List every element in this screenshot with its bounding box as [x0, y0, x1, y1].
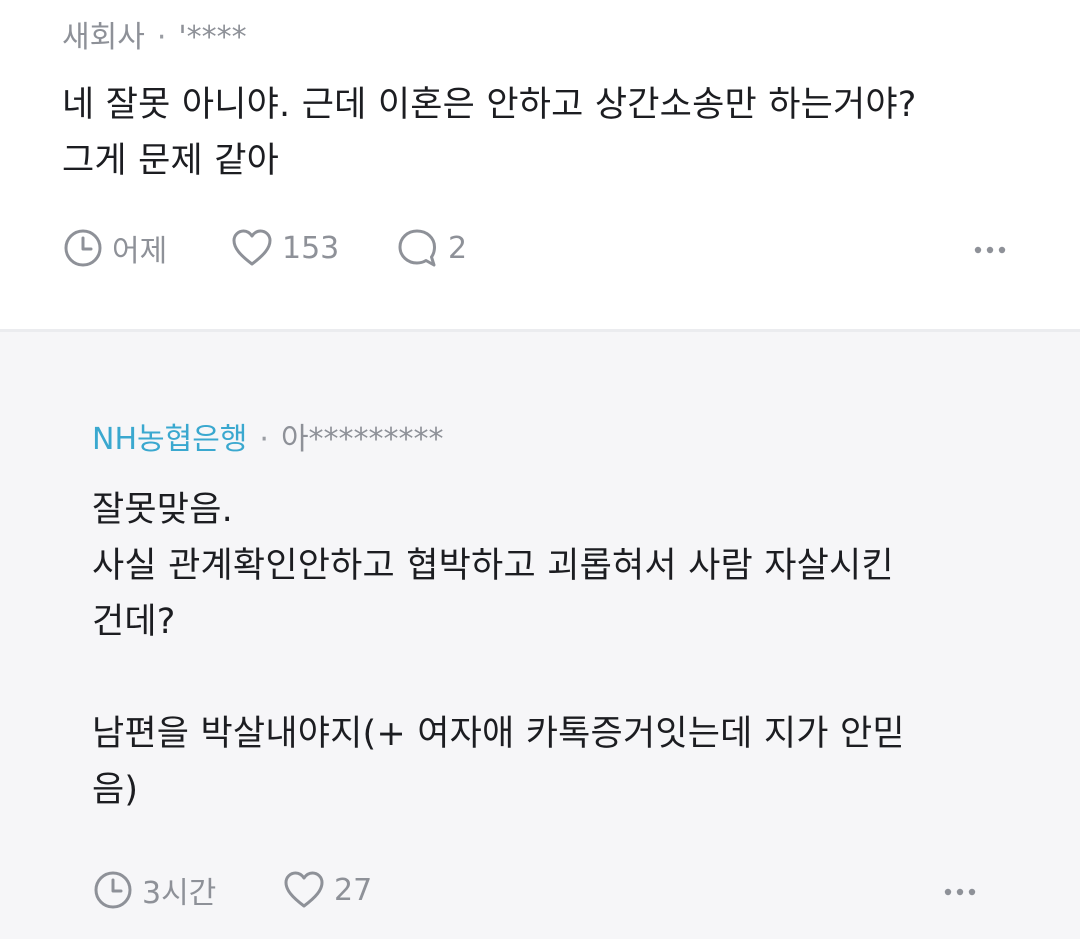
reply-button[interactable]: 2: [396, 226, 467, 270]
comment-thread: 새회사 · '**** 네 잘못 아니야. 근데 이혼은 안하고 상간소송만 하는거…: [0, 0, 1080, 939]
clock-icon: [92, 869, 134, 911]
timestamp-label: 3시간: [142, 876, 217, 911]
comment-icon: [396, 226, 440, 270]
reply-meta: NH농협은행 · 아*********: [92, 420, 444, 460]
comment-meta: 새회사 · '****: [62, 18, 247, 58]
author-name: '****: [178, 20, 247, 55]
meta-separator: ·: [156, 20, 167, 55]
reply-actions: 3시간 27: [92, 868, 1052, 912]
heart-icon: [282, 869, 326, 911]
comment-actions: 어제 153 2: [62, 226, 1022, 270]
heart-icon: [230, 227, 274, 269]
author-company[interactable]: 새회사: [62, 20, 145, 55]
more-icon: [943, 882, 977, 901]
like-count: 153: [282, 230, 340, 266]
reply-count: 2: [448, 230, 468, 266]
comment-card: 새회사 · '**** 네 잘못 아니야. 근데 이혼은 안하고 상간소송만 하는거…: [0, 0, 1080, 329]
clock-icon: [62, 227, 104, 269]
reply-body: 잘못맞음. 사실 관계확인안하고 협박하고 괴롭혀서 사람 자살시킨 건데? 남…: [92, 490, 905, 810]
like-count: 27: [334, 872, 373, 908]
timestamp: 어제: [62, 226, 167, 270]
timestamp: 3시간: [92, 868, 216, 912]
like-button[interactable]: 27: [282, 868, 372, 912]
timestamp-label: 어제: [112, 234, 168, 269]
reply-author-name: 아*********: [280, 422, 444, 457]
more-options-button[interactable]: [940, 876, 980, 906]
meta-separator: ·: [259, 422, 269, 457]
more-options-button[interactable]: [970, 234, 1010, 264]
reply-card: NH농협은행 · 아********* 잘못맞음. 사실 관계확인안하고 협박하고 …: [0, 332, 1080, 939]
comment-body: 네 잘못 아니야. 근데 이혼은 안하고 상간소송만 하는거야? 그게 문제 같…: [62, 85, 917, 181]
reply-author-company[interactable]: NH농협은행: [92, 422, 247, 457]
more-icon: [973, 240, 1007, 259]
like-button[interactable]: 153: [230, 226, 339, 270]
